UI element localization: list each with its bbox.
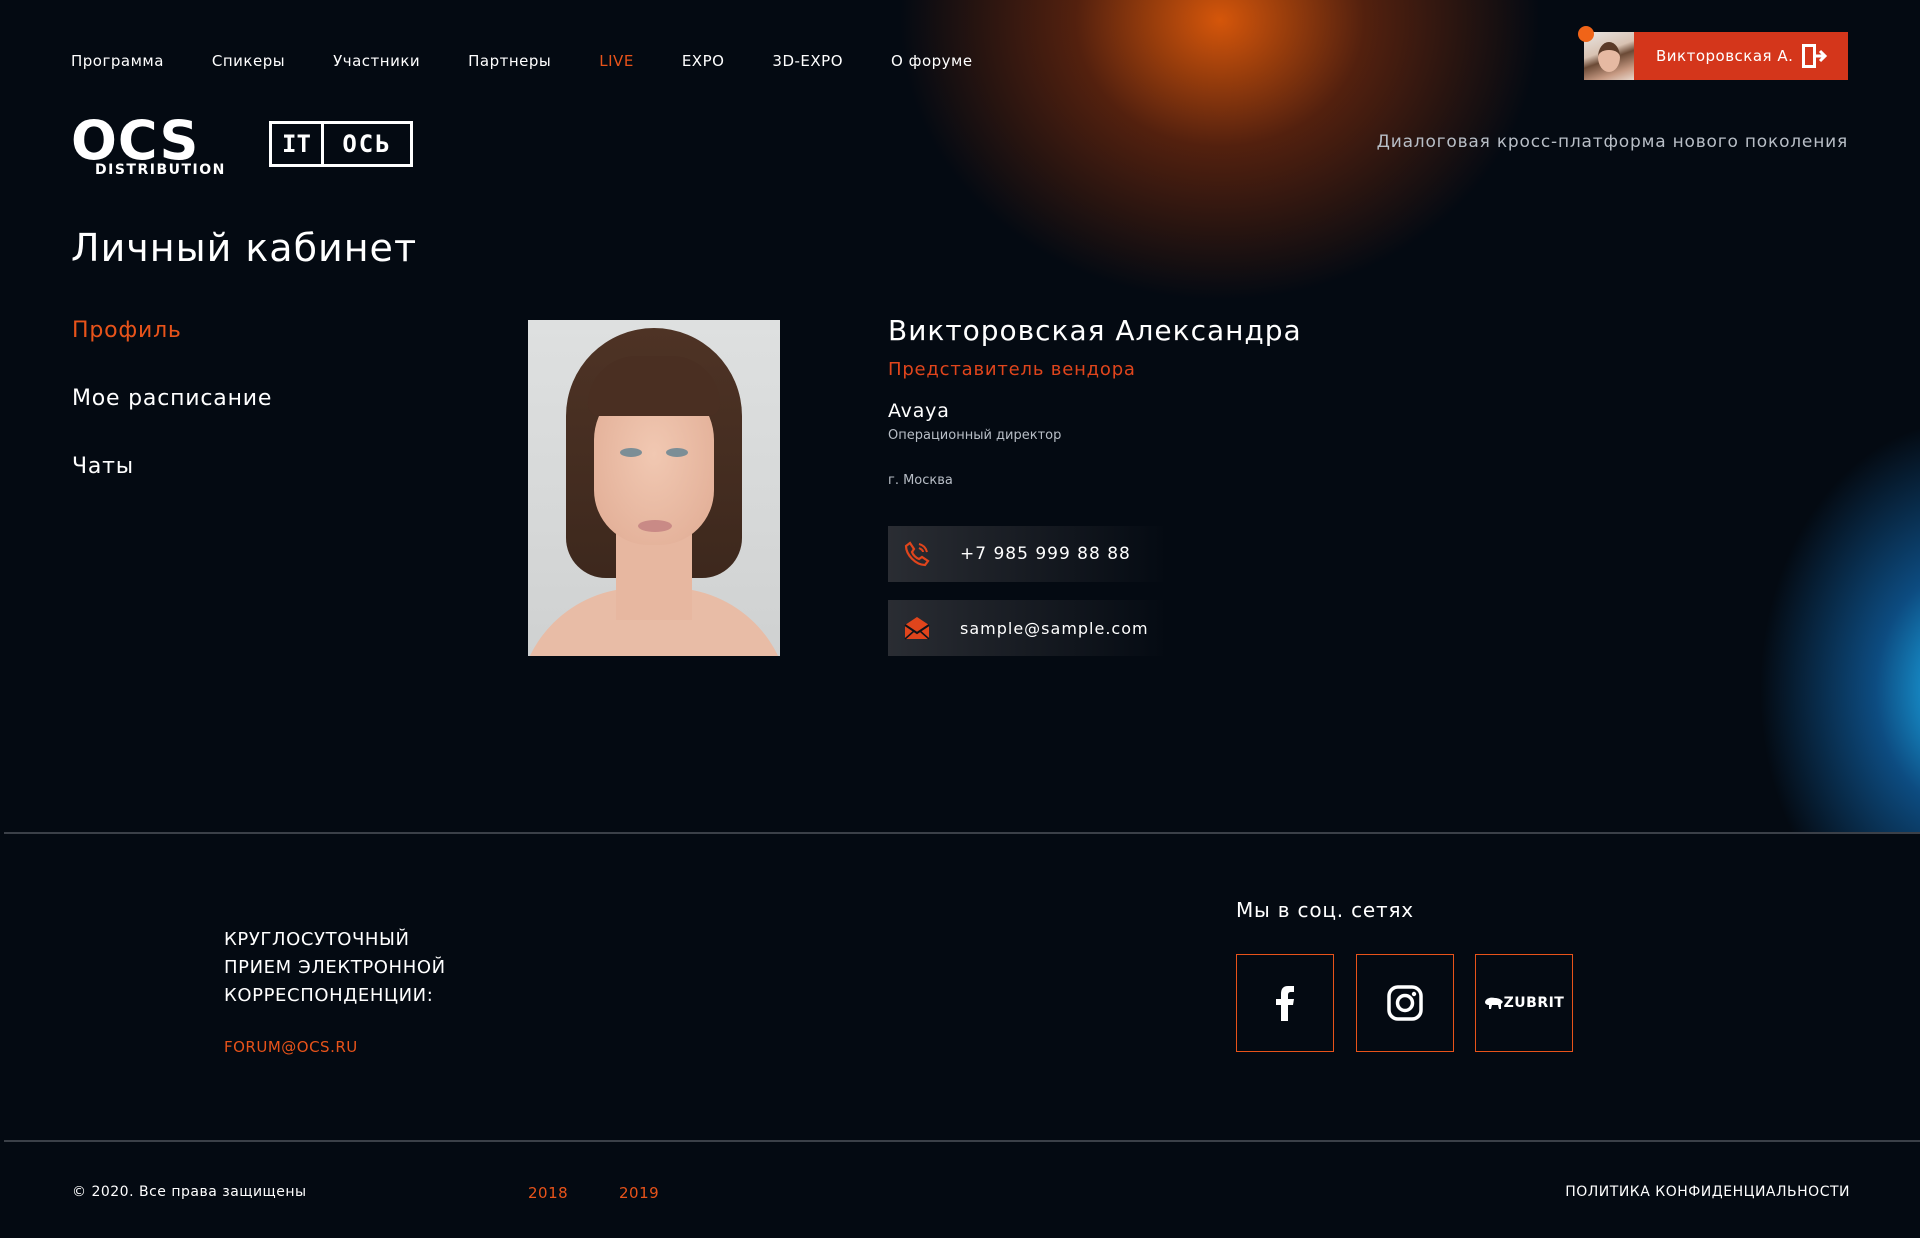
nav-item-about[interactable]: О форуме (891, 52, 973, 70)
profile-position: Операционный директор (888, 428, 1062, 443)
it-logo-right: ОСЬ (342, 130, 392, 158)
zubrit-link[interactable]: ZUBRIT (1475, 954, 1573, 1052)
main-nav: Программа Спикеры Участники Партнеры LIV… (71, 52, 1021, 70)
nav-item-program[interactable]: Программа (71, 52, 164, 70)
email-icon (888, 600, 946, 656)
ocs-logo[interactable]: OCS DISTRIBUTION (71, 109, 224, 179)
phone-icon (888, 526, 946, 582)
footer-mail-link[interactable]: FORUM@OCS.RU (224, 1038, 358, 1056)
nav-item-live[interactable]: LIVE (599, 52, 634, 70)
profile-photo (528, 320, 780, 656)
zubrit-icon (1484, 997, 1503, 1009)
profile-role: Представитель вендора (888, 359, 1136, 380)
side-menu-profile[interactable]: Профиль (72, 318, 272, 386)
social-title: Мы в соц. сетях (1236, 898, 1414, 922)
copyright: © 2020. Все права защищены (72, 1184, 307, 1200)
side-menu-schedule[interactable]: Мое расписание (72, 386, 272, 454)
instagram-icon (1387, 985, 1423, 1021)
nav-item-speakers[interactable]: Спикеры (212, 52, 285, 70)
facebook-icon (1276, 986, 1294, 1021)
it-os-logo[interactable]: IT ОСЬ (269, 121, 413, 167)
blue-glow (1480, 360, 1920, 832)
nav-item-3d-expo[interactable]: 3D-EXPO (772, 52, 843, 70)
phone-number[interactable]: +7 985 999 88 88 (960, 544, 1131, 564)
instagram-link[interactable] (1356, 954, 1454, 1052)
footer-divider-top (4, 832, 1920, 834)
footer-mail-title-line: КОРРЕСПОНДЕНЦИИ: (224, 985, 434, 1006)
page-title: Личный кабинет (71, 226, 418, 270)
profile-name: Викторовская Александра (888, 314, 1302, 347)
year-link-2019[interactable]: 2019 (619, 1184, 659, 1202)
footer-mail-title-line: КРУГЛОСУТОЧНЫЙ (224, 929, 410, 950)
notification-dot (1578, 26, 1594, 42)
user-name: Викторовская А. (1656, 47, 1794, 65)
ocs-logo-subtext: DISTRIBUTION (95, 162, 226, 178)
header-section: Программа Спикеры Участники Партнеры LIV… (0, 0, 1920, 832)
side-menu: Профиль Мое расписание Чаты (72, 318, 272, 522)
side-menu-chats[interactable]: Чаты (72, 454, 272, 522)
profile-info: Викторовская Александра Представитель ве… (888, 314, 1302, 488)
facebook-link[interactable] (1236, 954, 1334, 1052)
footer-mail-title: КРУГЛОСУТОЧНЫЙ ПРИЕМ ЭЛЕКТРОННОЙ КОРРЕСП… (224, 926, 446, 1010)
email-address[interactable]: sample@sample.com (960, 619, 1149, 638)
nav-item-expo[interactable]: EXPO (682, 52, 725, 70)
it-logo-left: IT (272, 124, 324, 164)
privacy-policy-link[interactable]: ПОЛИТИКА КОНФИДЕНЦИАЛЬНОСТИ (1565, 1184, 1850, 1200)
profile-company: Avaya (888, 400, 950, 422)
footer-divider-bottom (4, 1140, 1920, 1142)
tagline: Диалоговая кросс-платформа нового поколе… (1376, 132, 1848, 152)
nav-item-partners[interactable]: Партнеры (468, 52, 551, 70)
email-row: sample@sample.com (888, 600, 1168, 656)
phone-row: +7 985 999 88 88 (888, 526, 1168, 582)
year-link-2018[interactable]: 2018 (528, 1184, 568, 1202)
nav-item-participants[interactable]: Участники (333, 52, 420, 70)
ocs-logo-text: OCS (71, 109, 200, 172)
profile-city: г. Москва (888, 473, 953, 488)
zubrit-label: ZUBRIT (1503, 995, 1565, 1011)
user-chip[interactable]: Викторовская А. (1578, 26, 1848, 80)
footer-mail-title-line: ПРИЕМ ЭЛЕКТРОННОЙ (224, 957, 446, 978)
logout-icon[interactable] (1798, 41, 1828, 71)
